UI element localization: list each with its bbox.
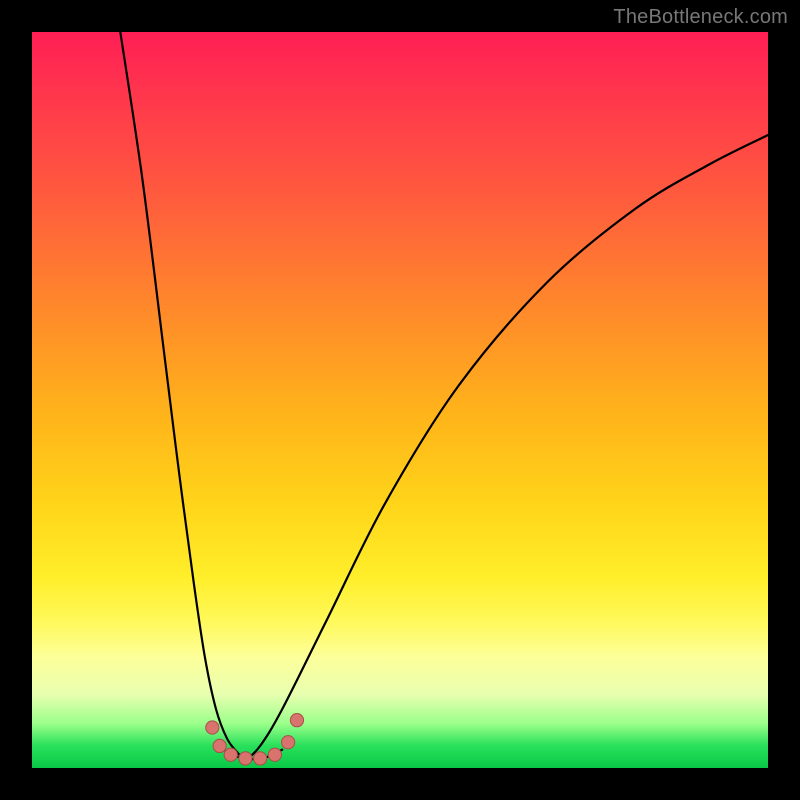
watermark-text: TheBottleneck.com — [613, 6, 788, 29]
gradient-background — [32, 32, 768, 768]
chart-frame: TheBottleneck.com — [0, 0, 800, 800]
